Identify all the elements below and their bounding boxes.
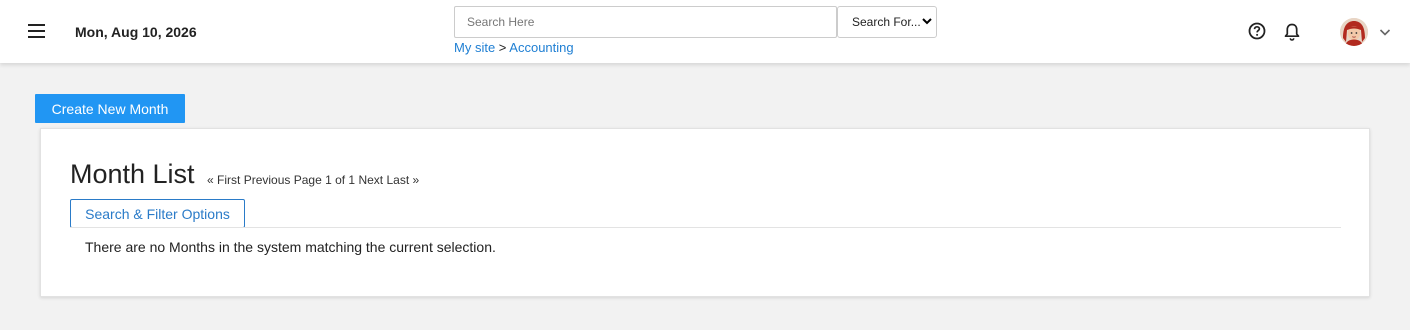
avatar[interactable] [1340, 18, 1368, 46]
pager-page-info: Page 1 of 1 [293, 173, 356, 187]
search-for-select[interactable]: Search For... [837, 6, 937, 38]
pager-previous[interactable]: Previous [244, 173, 291, 187]
pager-last[interactable]: Last » [386, 173, 419, 187]
breadcrumb-accounting-link[interactable]: Accounting [509, 40, 573, 55]
divider [70, 227, 1341, 228]
menu-icon[interactable] [28, 24, 45, 38]
search-input[interactable] [454, 6, 837, 38]
current-date: Mon, Aug 10, 2026 [75, 24, 197, 40]
empty-state-message: There are no Months in the system matchi… [85, 239, 496, 255]
breadcrumb-separator: > [498, 40, 507, 55]
breadcrumb: My site > Accounting [454, 40, 574, 55]
create-new-month-button[interactable]: Create New Month [35, 94, 185, 123]
page-title: Month List [70, 159, 195, 189]
pager-next[interactable]: Next [358, 173, 383, 187]
top-bar: Mon, Aug 10, 2026 Search For... My site … [0, 0, 1410, 63]
breadcrumb-site-link[interactable]: My site [454, 40, 495, 55]
pager-first[interactable]: « First [207, 173, 240, 187]
chevron-down-icon[interactable] [1379, 25, 1391, 37]
month-list-card: Month List « First Previous Page 1 of 1 … [40, 128, 1370, 297]
help-icon[interactable] [1248, 22, 1266, 40]
chevron-down-icon [922, 16, 932, 29]
bell-icon[interactable] [1283, 22, 1301, 42]
search-filter-options-button[interactable]: Search & Filter Options [70, 199, 245, 228]
search-for-label: Search For... [852, 15, 921, 29]
pagination: « First Previous Page 1 of 1 Next Last » [207, 173, 419, 187]
